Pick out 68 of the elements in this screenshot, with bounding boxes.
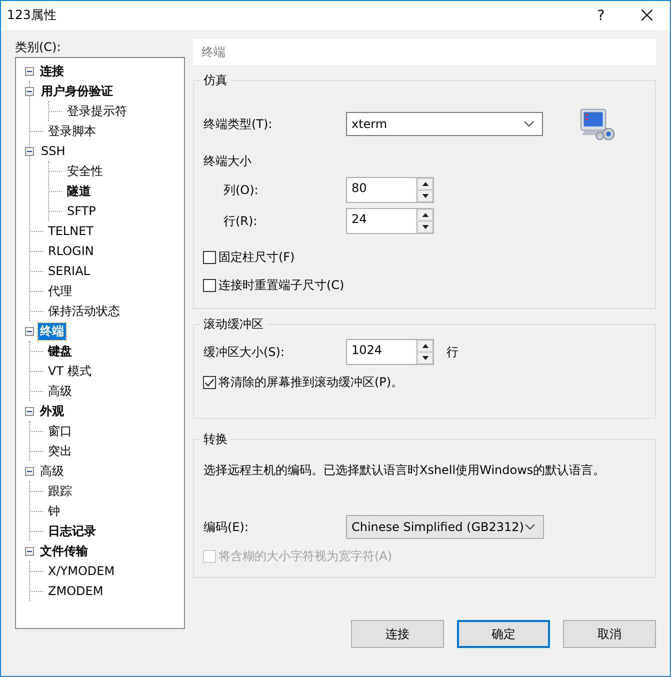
collapse-icon[interactable] <box>25 326 34 336</box>
collapse-icon[interactable] <box>25 546 34 556</box>
close-button[interactable]: × <box>624 1 670 30</box>
collapse-icon[interactable] <box>25 86 34 96</box>
collapse-icon[interactable] <box>25 146 34 156</box>
terminal-type-dropdown[interactable]: xterm <box>346 112 544 136</box>
tree-item[interactable]: 键盘 <box>46 342 74 360</box>
group-title: 滚动缓冲区 <box>200 317 266 332</box>
checkbox[interactable] <box>203 279 216 292</box>
tree-item[interactable]: RLOGIN <box>46 242 96 260</box>
rows-spinner[interactable]: 24 <box>346 208 434 234</box>
section-label: 终端大小 <box>203 153 252 170</box>
tree-item[interactable]: SERIAL <box>46 262 92 280</box>
field-label: 终端类型(T): <box>203 116 274 132</box>
tree-item[interactable]: 日志记录 <box>46 522 98 540</box>
tree-item[interactable]: 登录脚本 <box>46 122 98 140</box>
monitor-gear-icon <box>579 108 618 140</box>
tree-item[interactable]: 文件传输 <box>38 542 90 560</box>
checkbox[interactable] <box>203 251 216 264</box>
buffer-size-spinner[interactable]: 1024 <box>346 339 434 365</box>
tree-item[interactable]: 代理 <box>46 282 74 300</box>
tree-item[interactable]: 隧道 <box>65 182 93 200</box>
dialog-button[interactable]: 取消 <box>563 620 656 648</box>
tree-item[interactable]: 终端 <box>38 322 66 340</box>
field-label: 行(R): <box>223 212 258 230</box>
collapse-icon[interactable] <box>25 466 34 476</box>
tree-item[interactable]: 窗口 <box>46 422 74 440</box>
tree-item[interactable]: SSH <box>39 142 68 160</box>
dialog-button[interactable]: 连接 <box>351 620 444 648</box>
dialog-button[interactable]: 确定 <box>457 620 550 648</box>
columns-spinner[interactable]: 80 <box>346 177 434 203</box>
unit-label: 行 <box>446 344 458 360</box>
tree-item[interactable]: 高级 <box>38 462 66 480</box>
field-label: 编码(E): <box>203 518 250 536</box>
tree-item[interactable]: 安全性 <box>65 162 105 180</box>
tree-item[interactable]: 用户身份验证 <box>39 82 115 100</box>
collapse-icon[interactable] <box>25 66 34 76</box>
group-title: 仿真 <box>200 73 230 88</box>
group-title: 转换 <box>200 432 230 447</box>
tree-item[interactable]: 登录提示符 <box>65 102 129 120</box>
field-label: 缓冲区大小(S): <box>203 344 286 360</box>
collapse-icon[interactable] <box>25 406 34 416</box>
description-text: 选择远程主机的编码。已选择默认语言时Xshell使用Windows的默认语言。 <box>203 462 606 479</box>
encoding-dropdown[interactable]: Chinese Simplified (GB2312) <box>346 515 544 539</box>
page-title: 终端 <box>193 39 656 65</box>
tree-item[interactable]: ZMODEM <box>46 582 106 600</box>
checkbox-label: 将含糊的大小字符视为宽字符(A) <box>218 548 392 565</box>
category-label: 类别(C): <box>15 39 62 56</box>
tree-item[interactable]: SFTP <box>65 202 98 220</box>
help-button[interactable]: ? <box>578 1 624 30</box>
tree-item[interactable]: 保持活动状态 <box>46 302 122 320</box>
tree-item[interactable]: TELNET <box>46 222 96 240</box>
checkbox-label: 固定柱尺寸(F) <box>218 249 295 266</box>
tree-item[interactable]: 连接 <box>38 62 66 80</box>
chevron-down-icon <box>525 524 536 530</box>
tree-item[interactable]: VT 模式 <box>46 362 94 380</box>
window-title: 123属性 <box>7 7 57 24</box>
checkbox-label: 连接时重置端子尺寸(C) <box>218 277 344 294</box>
tree-item[interactable]: 跟踪 <box>46 482 74 500</box>
chevron-down-icon <box>524 121 534 127</box>
tree-item[interactable]: 钟 <box>46 502 62 520</box>
tree-item[interactable]: 高级 <box>46 382 74 400</box>
field-label: 列(O): <box>223 182 260 198</box>
tree-item[interactable]: X/YMODEM <box>46 562 117 580</box>
checkbox[interactable] <box>203 376 216 389</box>
tree-item[interactable]: 突出 <box>46 442 74 460</box>
tree-item[interactable]: 外观 <box>38 402 66 420</box>
checkbox-label: 将清除的屏幕推到滚动缓冲区(P)。 <box>218 374 404 391</box>
